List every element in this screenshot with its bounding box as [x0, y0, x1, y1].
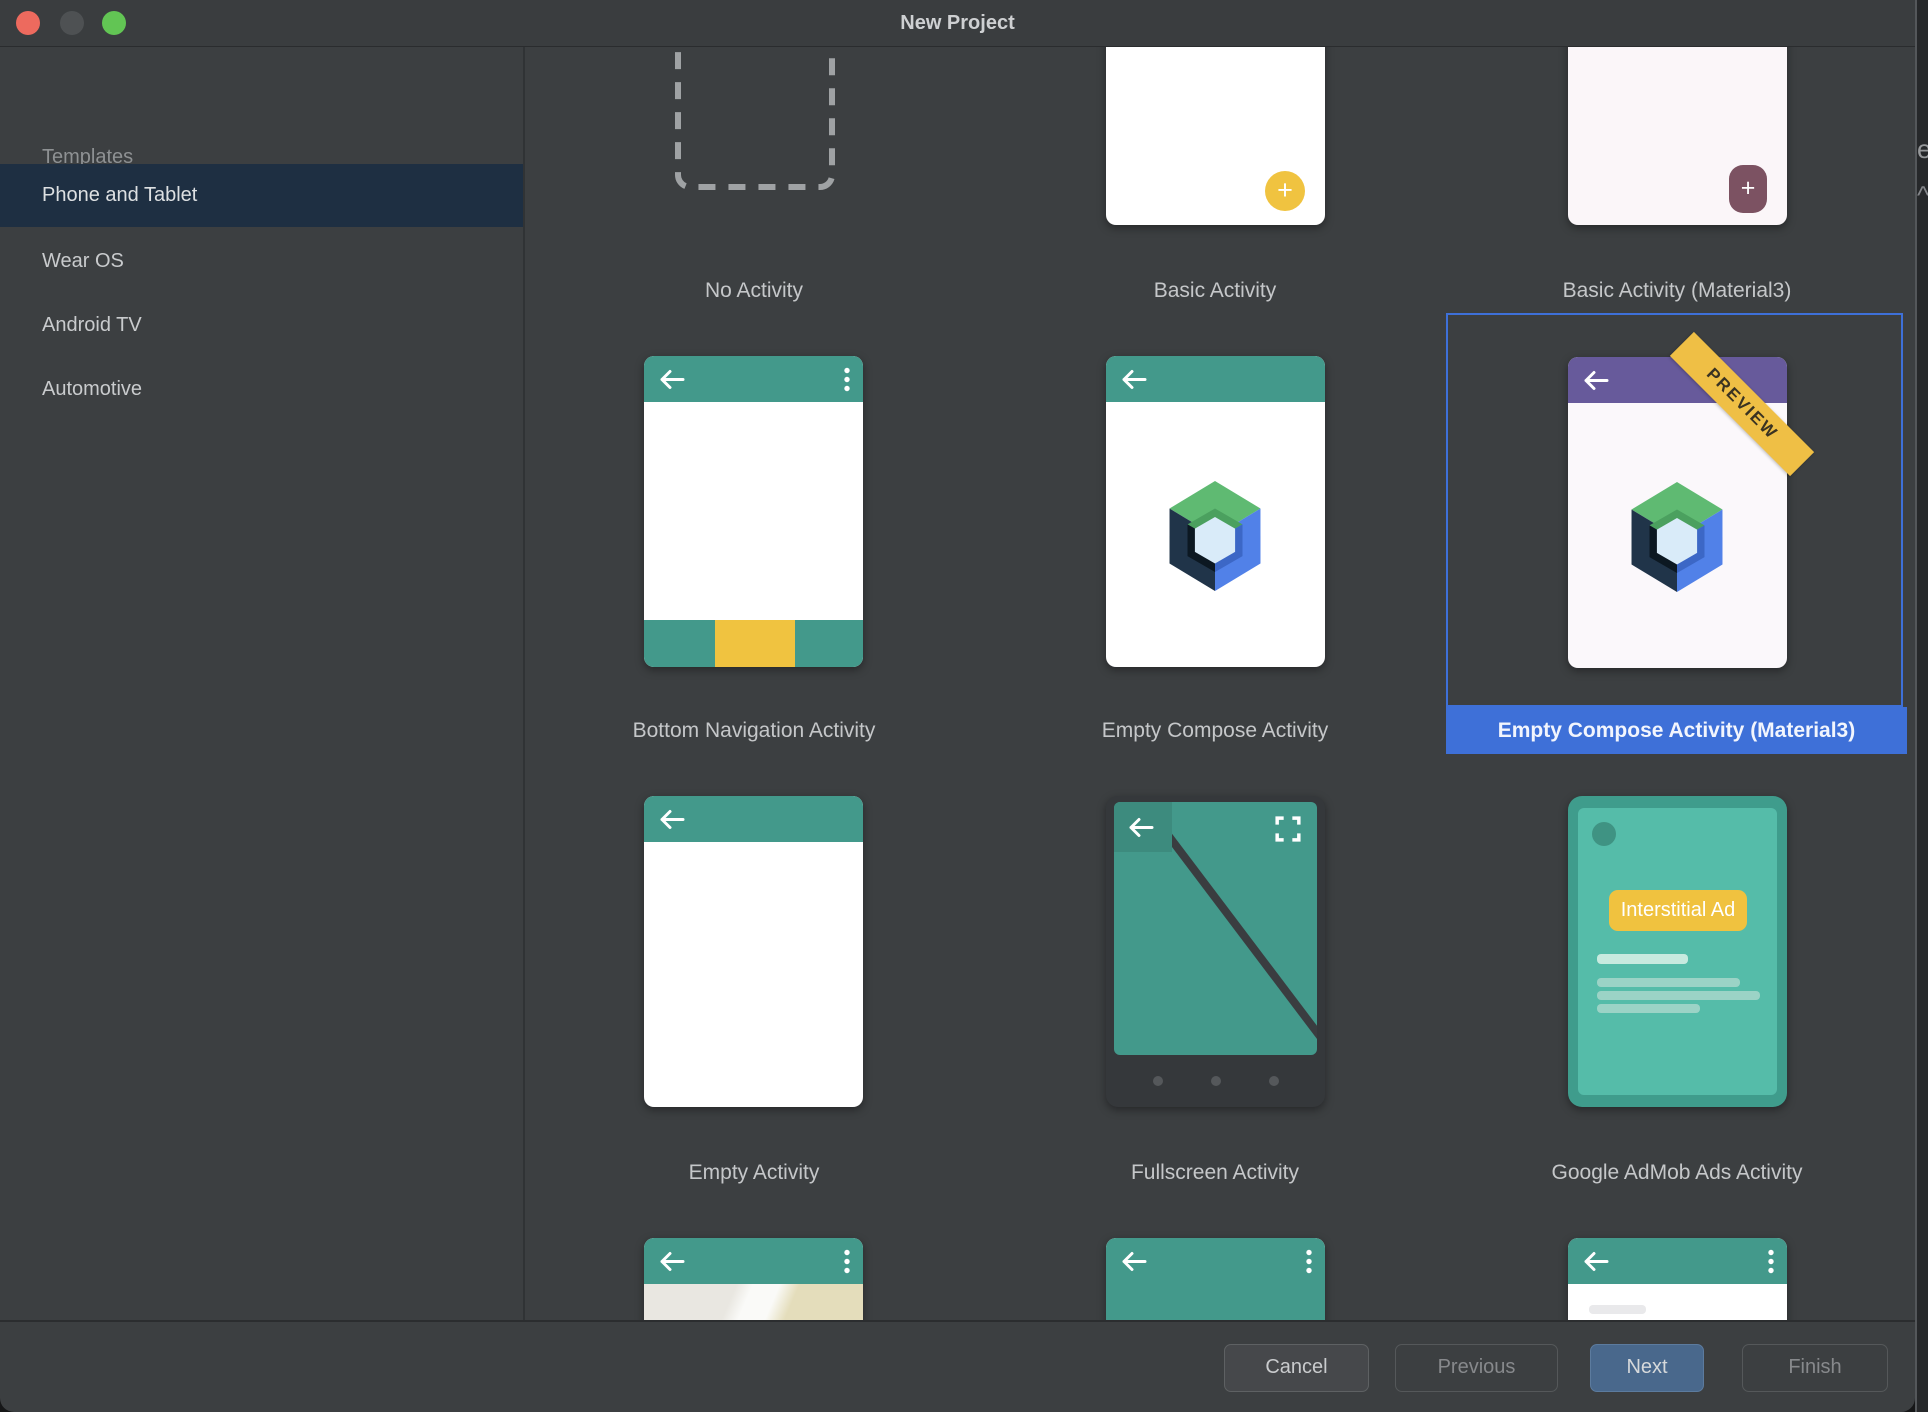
cancel-button[interactable]: Cancel	[1224, 1344, 1369, 1392]
back-arrow-icon	[1121, 369, 1147, 395]
mock-app-bar	[1106, 1238, 1325, 1284]
fullscreen-activity-thumbnail[interactable]	[1106, 796, 1325, 1107]
mock-ad-screen	[1578, 808, 1777, 1095]
back-arrow-icon	[1121, 1251, 1147, 1277]
back-arrow-icon	[659, 809, 685, 835]
skeleton-line	[1597, 954, 1688, 964]
mock-app-bar	[1106, 356, 1325, 402]
template-label: Google AdMob Ads Activity	[1497, 1161, 1857, 1185]
back-arrow-icon	[1583, 370, 1609, 396]
bottom-navigation-activity-thumbnail[interactable]	[644, 356, 863, 667]
sidebar-item-automotive[interactable]: Automotive	[0, 358, 523, 421]
back-arrow-icon	[659, 369, 685, 395]
template-label: Basic Activity (Material3)	[1497, 279, 1857, 303]
screen: New Project Templates Phone and Tablet W…	[0, 0, 1928, 1412]
selected-template-label[interactable]: Empty Compose Activity (Material3)	[1446, 707, 1907, 754]
new-project-dialog: New Project Templates Phone and Tablet W…	[0, 0, 1915, 1412]
mock-fullscreen-screen	[1114, 802, 1317, 1055]
basic-activity-thumbnail[interactable]: +	[1106, 47, 1325, 225]
no-activity-thumbnail[interactable]	[674, 47, 836, 191]
next-button[interactable]: Next	[1590, 1344, 1704, 1392]
google-admob-ads-activity-thumbnail[interactable]: Interstitial Ad	[1568, 796, 1787, 1107]
template-label: No Activity	[574, 279, 934, 303]
template-label: Bottom Navigation Activity	[574, 719, 934, 743]
mock-app-bar	[644, 1238, 863, 1284]
previous-button[interactable]: Previous	[1395, 1344, 1558, 1392]
kebab-menu-icon	[844, 367, 850, 397]
background-text-fragment: e	[1917, 134, 1928, 165]
template-label: Empty Compose Activity	[1035, 719, 1395, 743]
template-label: Fullscreen Activity	[1035, 1161, 1395, 1185]
sidebar-item-android-tv[interactable]: Android TV	[0, 294, 523, 357]
title-bar: New Project	[0, 0, 1915, 47]
jetpack-compose-logo-icon	[1162, 481, 1268, 591]
kebab-menu-icon	[1306, 1249, 1312, 1279]
kebab-menu-icon	[844, 1249, 850, 1279]
back-arrow-icon	[659, 1251, 685, 1277]
jetpack-compose-logo-icon	[1624, 482, 1730, 592]
window-title: New Project	[0, 0, 1915, 47]
back-arrow-icon	[1128, 817, 1154, 843]
mock-back-chip	[1114, 802, 1172, 852]
template-thumbnail[interactable]	[1106, 1238, 1325, 1320]
camera-dot	[1592, 822, 1616, 846]
mock-app-bar	[1568, 1238, 1787, 1284]
empty-compose-activity-material3-thumbnail[interactable]: PREVIEW	[1568, 357, 1787, 668]
interstitial-ad-badge: Interstitial Ad	[1609, 890, 1747, 931]
nav-dot	[1211, 1076, 1221, 1086]
mock-teal-body	[1106, 1284, 1325, 1320]
mock-bottom-nav	[644, 620, 863, 667]
fullscreen-icon	[1275, 816, 1301, 847]
templates-sidebar: Templates Phone and Tablet Wear OS Andro…	[0, 47, 525, 1320]
background-text-fragment: ^	[1917, 180, 1928, 211]
finish-button[interactable]: Finish	[1742, 1344, 1888, 1392]
sidebar-item-phone-and-tablet[interactable]: Phone and Tablet	[0, 164, 523, 227]
fab-plus-icon: +	[1265, 171, 1305, 211]
empty-compose-activity-thumbnail[interactable]	[1106, 356, 1325, 667]
nav-dot	[1153, 1076, 1163, 1086]
nav-dot	[1269, 1076, 1279, 1086]
template-label: Empty Activity	[574, 1161, 934, 1185]
skeleton-line	[1597, 1004, 1700, 1013]
maps-activity-thumbnail[interactable]	[644, 1238, 863, 1320]
dialog-footer: Cancel Previous Next Finish	[0, 1320, 1915, 1412]
skeleton-line	[1589, 1305, 1646, 1314]
template-thumbnail[interactable]	[1568, 1238, 1787, 1320]
template-label: Basic Activity	[1035, 279, 1395, 303]
mock-map-body	[644, 1284, 863, 1320]
sidebar-item-wear-os[interactable]: Wear OS	[0, 230, 523, 293]
mock-app-bar	[644, 356, 863, 402]
empty-activity-thumbnail[interactable]	[644, 796, 863, 1107]
back-arrow-icon	[1583, 1251, 1609, 1277]
skeleton-line	[1597, 978, 1740, 987]
skeleton-line	[1597, 991, 1760, 1000]
template-grid: + + No Activity Basic Activity Basic Act…	[525, 47, 1913, 1320]
background-window-edge: e ^	[1915, 0, 1928, 1412]
mock-app-bar	[644, 796, 863, 842]
kebab-menu-icon	[1768, 1249, 1774, 1279]
fab-plus-icon: +	[1729, 165, 1767, 213]
basic-activity-material3-thumbnail[interactable]: +	[1568, 47, 1787, 225]
